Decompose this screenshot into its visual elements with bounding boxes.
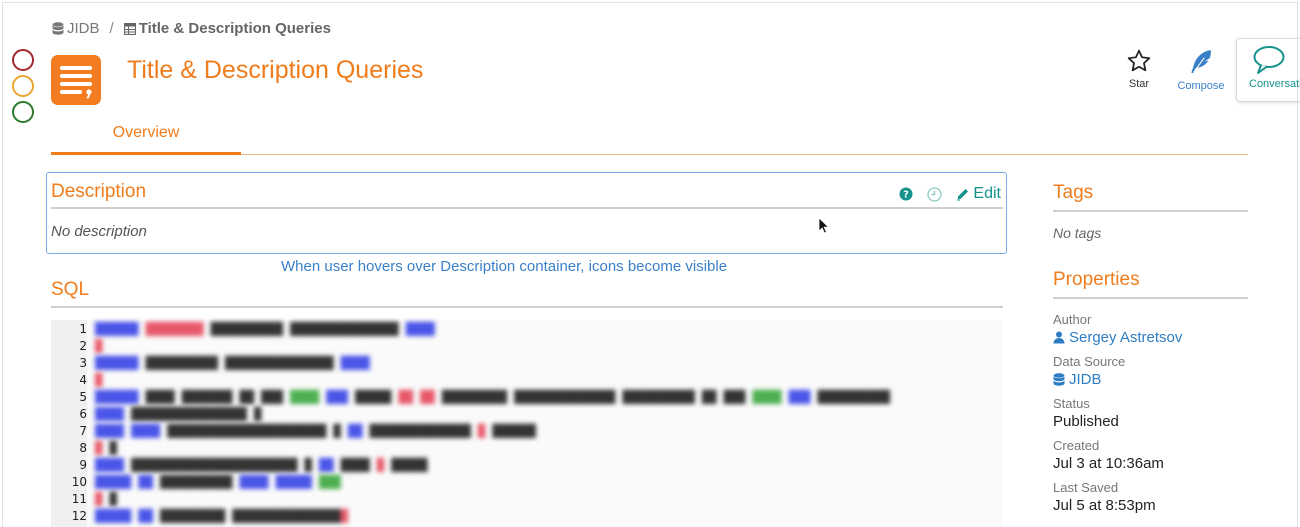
line-number: 7 (79, 424, 87, 438)
tab-overview[interactable]: Overview (51, 122, 241, 155)
query-app-icon (51, 55, 101, 105)
sql-header: SQL (51, 279, 1003, 308)
close-button[interactable] (12, 49, 34, 71)
page-title: Title & Description Queries (127, 56, 424, 84)
description-tools: ? Edit (899, 185, 1001, 203)
minimize-button[interactable] (12, 75, 34, 97)
properties-title: Properties (1053, 269, 1248, 299)
code-line-blurred: █ (95, 339, 103, 353)
line-number: 4 (79, 373, 87, 387)
code-line-blurred: ████ ████████████████ █ (95, 407, 262, 421)
svg-text:?: ? (904, 190, 910, 201)
data-source-name: JIDB (1069, 371, 1102, 388)
property-status: Status Published (1053, 396, 1119, 430)
toolbar-actions: Star Compose Conversation (1108, 38, 1300, 102)
status-value: Published (1053, 413, 1119, 430)
user-icon (1053, 331, 1065, 344)
maximize-button[interactable] (12, 101, 34, 123)
properties-section: Properties (1053, 269, 1248, 299)
line-number: 1 (79, 322, 87, 336)
code-line-blurred: █████ ██ █████████ ████████████████ (95, 509, 348, 523)
line-number: 5 (79, 390, 87, 404)
tags-empty-text: No tags (1053, 225, 1102, 241)
author-name: Sergey Astretsov (1069, 329, 1183, 346)
history-clock-icon[interactable] (927, 186, 943, 202)
code-line-blurred: █ █ (95, 492, 117, 506)
table-icon (123, 22, 136, 35)
property-label: Status (1053, 396, 1090, 411)
line-number: 2 (79, 339, 87, 353)
code-line-blurred: █ █ (95, 441, 117, 455)
edit-label: Edit (973, 185, 1001, 202)
sql-editor[interactable]: 1 2 3 4 5 6 7 8 9 10 11 12 ██████ ██████… (51, 320, 1003, 527)
line-number: 10 (71, 475, 87, 489)
property-label: Author (1053, 312, 1092, 327)
code-line-blurred: █████ ██ ██████████ ████ █████ ███ (95, 475, 341, 489)
star-label: Star (1128, 78, 1150, 90)
created-value: Jul 3 at 10:36am (1053, 455, 1164, 472)
mouse-cursor-icon (818, 217, 830, 234)
description-header: Description ? Edit (51, 181, 1003, 209)
help-icon[interactable]: ? (899, 187, 913, 201)
compose-label: Compose (1177, 80, 1225, 92)
compose-button[interactable]: Compose (1170, 38, 1232, 92)
database-icon (52, 21, 64, 35)
database-icon (1053, 372, 1065, 386)
description-empty-text: No description (51, 223, 147, 240)
code-line-blurred: ██████ ████████ ██████████ █████████████… (95, 322, 435, 336)
list-icon (60, 66, 92, 99)
star-button[interactable]: Star (1108, 38, 1170, 90)
breadcrumb-separator: / (109, 20, 114, 37)
feather-icon (1191, 50, 1211, 74)
property-label: Last Saved (1053, 480, 1119, 495)
property-author: Author Sergey Astretsov (1053, 312, 1182, 346)
tags-title: Tags (1053, 182, 1248, 212)
line-number: 12 (71, 509, 87, 523)
line-number: 3 (79, 356, 87, 370)
author-link[interactable]: Sergey Astretsov (1053, 329, 1182, 346)
property-data-source: Data Source JIDB (1053, 354, 1125, 388)
line-number-gutter: 1 2 3 4 5 6 7 8 9 10 11 12 (51, 320, 87, 527)
line-number: 8 (79, 441, 87, 455)
annotation-note: When user hovers over Description contai… (281, 258, 728, 275)
breadcrumb-root-label: JIDB (67, 20, 100, 37)
property-label: Data Source (1053, 354, 1126, 369)
code-line-blurred: █ (95, 373, 103, 387)
property-last-saved: Last Saved Jul 5 at 8:53pm (1053, 480, 1156, 514)
code-line-blurred: ████ ███████████████████████ █ ██ ████ █… (95, 458, 428, 472)
property-created: Created Jul 3 at 10:36am (1053, 438, 1164, 472)
code-line-blurred: ██████ ██████████ ███████████████ ████ (95, 356, 370, 370)
star-icon (1127, 49, 1151, 72)
data-source-link[interactable]: JIDB (1053, 371, 1125, 388)
breadcrumb: JIDB / Title & Description Queries (52, 20, 331, 37)
description-title: Description (51, 181, 147, 202)
window-controls (12, 49, 34, 123)
conversation-button[interactable]: Conversation (1236, 38, 1300, 102)
tags-section: Tags (1053, 182, 1248, 212)
tab-bar: Overview (51, 122, 1248, 155)
line-number: 9 (79, 458, 87, 472)
property-label: Created (1053, 438, 1100, 453)
conversation-label: Conversation (1249, 78, 1300, 90)
code-line-blurred: ██████ ████ ███████ ██ ███ ████ ███ ████… (95, 390, 890, 404)
edit-description-button[interactable]: Edit (956, 185, 1001, 203)
last-saved-value: Jul 5 at 8:53pm (1053, 497, 1156, 514)
pencil-icon (957, 188, 969, 200)
sql-title: SQL (51, 279, 90, 300)
line-number: 11 (71, 492, 87, 506)
code-line-blurred: ████ ████ ██████████████████████ █ ██ ██… (95, 424, 536, 438)
breadcrumb-current-label: Title & Description Queries (138, 20, 331, 37)
line-number: 6 (79, 407, 87, 421)
description-container[interactable]: Description ? Edit No description (46, 172, 1007, 254)
breadcrumb-current: Title & Description Queries (123, 20, 331, 37)
breadcrumb-root[interactable]: JIDB (52, 20, 100, 37)
chat-bubble-icon (1253, 46, 1284, 74)
